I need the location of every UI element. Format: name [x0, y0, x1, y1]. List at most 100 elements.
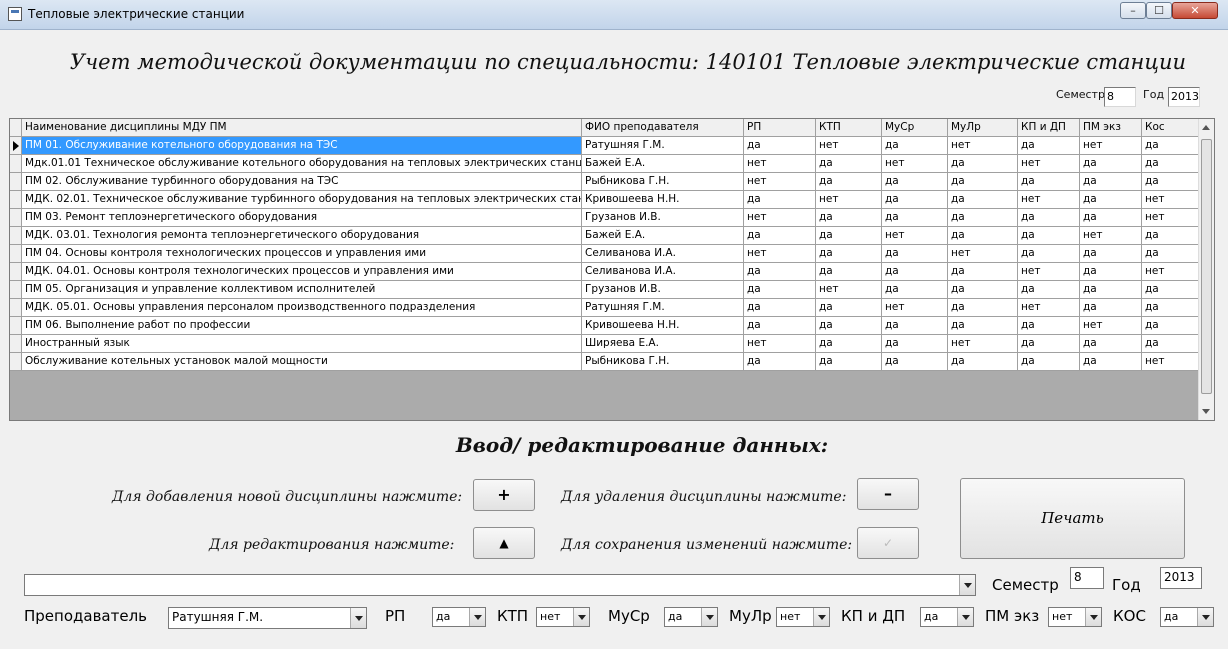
table-row[interactable]: МДК. 03.01. Технология ремонта теплоэнер…	[10, 227, 1200, 245]
table-cell[interactable]: да	[1142, 317, 1200, 335]
table-cell[interactable]: да	[816, 299, 882, 317]
table-cell[interactable]: нет	[948, 137, 1018, 155]
table-cell[interactable]: да	[1018, 281, 1080, 299]
table-cell[interactable]: да	[1080, 173, 1142, 191]
table-cell[interactable]: да	[1018, 173, 1080, 191]
row-header[interactable]	[10, 281, 22, 299]
table-cell[interactable]: да	[1018, 137, 1080, 155]
table-row[interactable]: Мдк.01.01 Техническое обслуживание котел…	[10, 155, 1200, 173]
table-cell[interactable]: нет	[882, 299, 948, 317]
table-cell[interactable]: нет	[1018, 263, 1080, 281]
table-cell[interactable]: да	[948, 353, 1018, 371]
minimize-button[interactable]: –	[1120, 2, 1146, 19]
table-cell[interactable]: да	[744, 299, 816, 317]
table-cell[interactable]: да	[948, 317, 1018, 335]
table-cell[interactable]: ПМ 01. Обслуживание котельного оборудова…	[22, 137, 582, 155]
table-row[interactable]: МДК. 02.01. Техническое обслуживание тур…	[10, 191, 1200, 209]
table-cell[interactable]: нет	[1018, 155, 1080, 173]
table-cell[interactable]: нет	[882, 155, 948, 173]
table-cell[interactable]: да	[882, 137, 948, 155]
table-cell[interactable]: да	[1080, 155, 1142, 173]
row-header[interactable]	[10, 227, 22, 245]
table-cell[interactable]: да	[1080, 263, 1142, 281]
year-filter-field[interactable]: 2013	[1168, 87, 1200, 107]
table-cell[interactable]: да	[948, 173, 1018, 191]
table-cell[interactable]: нет	[816, 137, 882, 155]
table-cell[interactable]: Мдк.01.01 Техническое обслуживание котел…	[22, 155, 582, 173]
kpdp-combo[interactable]: да	[920, 607, 974, 627]
teacher-combo[interactable]: Ратушняя Г.М.	[168, 607, 367, 629]
table-cell[interactable]: Бажей Е.А.	[582, 155, 744, 173]
column-header[interactable]: КП и ДП	[1018, 119, 1080, 137]
table-cell[interactable]: да	[744, 353, 816, 371]
kos-combo[interactable]: да	[1160, 607, 1214, 627]
table-cell[interactable]: МДК. 04.01. Основы контроля технологичес…	[22, 263, 582, 281]
table-cell[interactable]: ПМ 03. Ремонт теплоэнергетического обору…	[22, 209, 582, 227]
table-cell[interactable]: да	[1142, 227, 1200, 245]
table-cell[interactable]: да	[882, 317, 948, 335]
table-cell[interactable]: да	[882, 209, 948, 227]
table-cell[interactable]: да	[882, 191, 948, 209]
table-cell[interactable]: Обслуживание котельных установок малой м…	[22, 353, 582, 371]
table-cell[interactable]: да	[1142, 137, 1200, 155]
chevron-down-icon[interactable]	[1197, 608, 1213, 626]
table-cell[interactable]: нет	[1018, 191, 1080, 209]
table-cell[interactable]: да	[744, 227, 816, 245]
table-row[interactable]: Иностранный язык Ширяева Е.А. нет да да нет да…	[10, 335, 1200, 353]
row-header[interactable]	[10, 263, 22, 281]
table-cell[interactable]: да	[816, 335, 882, 353]
row-header[interactable]	[10, 299, 22, 317]
table-row[interactable]: МДК. 04.01. Основы контроля технологичес…	[10, 263, 1200, 281]
chevron-down-icon[interactable]	[813, 608, 829, 626]
discipline-combo[interactable]	[24, 574, 976, 596]
table-row[interactable]: Обслуживание котельных установок малой м…	[10, 353, 1200, 371]
table-cell[interactable]: да	[948, 191, 1018, 209]
chevron-down-icon[interactable]	[1085, 608, 1101, 626]
add-discipline-button[interactable]: +	[473, 479, 535, 511]
table-cell[interactable]: да	[1080, 353, 1142, 371]
chevron-down-icon[interactable]	[957, 608, 973, 626]
row-header[interactable]	[10, 353, 22, 371]
table-row[interactable]: ПМ 04. Основы контроля технологических п…	[10, 245, 1200, 263]
table-cell[interactable]: да	[816, 155, 882, 173]
table-cell[interactable]: нет	[744, 335, 816, 353]
table-row[interactable]: ПМ 01. Обслуживание котельного оборудова…	[10, 137, 1200, 155]
table-cell[interactable]: Селиванова И.А.	[582, 263, 744, 281]
table-cell[interactable]: ПМ 04. Основы контроля технологических п…	[22, 245, 582, 263]
table-cell[interactable]: да	[816, 353, 882, 371]
current-row-arrow-icon[interactable]	[10, 137, 22, 155]
save-changes-button[interactable]: ✓	[857, 527, 919, 559]
table-row[interactable]: ПМ 05. Организация и управление коллекти…	[10, 281, 1200, 299]
table-cell[interactable]: нет	[1142, 191, 1200, 209]
table-cell[interactable]: да	[948, 209, 1018, 227]
table-cell[interactable]: Кривошеева Н.Н.	[582, 191, 744, 209]
column-header[interactable]: МуЛр	[948, 119, 1018, 137]
row-header[interactable]	[10, 191, 22, 209]
table-cell[interactable]: да	[744, 137, 816, 155]
table-cell[interactable]: да	[744, 317, 816, 335]
table-cell[interactable]: Ратушняя Г.М.	[582, 299, 744, 317]
column-header[interactable]: ФИО преподавателя	[582, 119, 744, 137]
chevron-down-icon[interactable]	[469, 608, 485, 626]
pmexam-combo[interactable]: нет	[1048, 607, 1102, 627]
table-cell[interactable]: ПМ 06. Выполнение работ по профессии	[22, 317, 582, 335]
table-cell[interactable]: да	[744, 191, 816, 209]
disciplines-grid[interactable]: Наименование дисциплины МДУ ПМ ФИО препод…	[9, 118, 1215, 421]
chevron-down-icon[interactable]	[350, 608, 366, 628]
table-cell[interactable]: Рыбникова Г.Н.	[582, 353, 744, 371]
column-header[interactable]: Наименование дисциплины МДУ ПМ	[22, 119, 582, 137]
row-header[interactable]	[10, 173, 22, 191]
table-cell[interactable]: да	[948, 263, 1018, 281]
row-header[interactable]	[10, 245, 22, 263]
table-cell[interactable]: ПМ 05. Организация и управление коллекти…	[22, 281, 582, 299]
table-cell[interactable]: Иностранный язык	[22, 335, 582, 353]
table-cell[interactable]: да	[1142, 281, 1200, 299]
table-cell[interactable]: МДК. 05.01. Основы управления персоналом…	[22, 299, 582, 317]
table-cell[interactable]: да	[816, 173, 882, 191]
table-cell[interactable]: да	[816, 263, 882, 281]
table-row[interactable]: ПМ 02. Обслуживание турбинного оборудова…	[10, 173, 1200, 191]
musr-combo[interactable]: да	[664, 607, 718, 627]
table-row[interactable]: ПМ 03. Ремонт теплоэнергетического обору…	[10, 209, 1200, 227]
table-cell[interactable]: нет	[1080, 227, 1142, 245]
table-cell[interactable]: да	[1142, 335, 1200, 353]
